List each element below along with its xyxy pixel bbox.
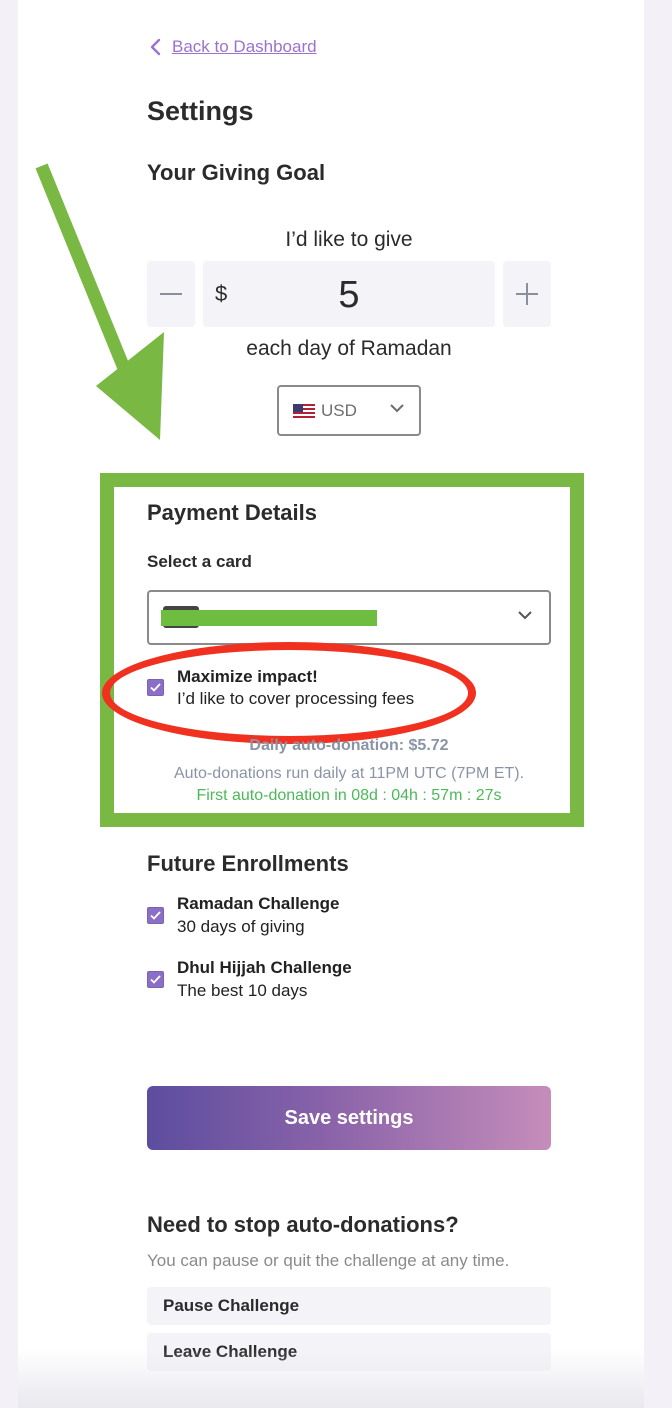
green-arrow-annotation [35, 163, 164, 440]
